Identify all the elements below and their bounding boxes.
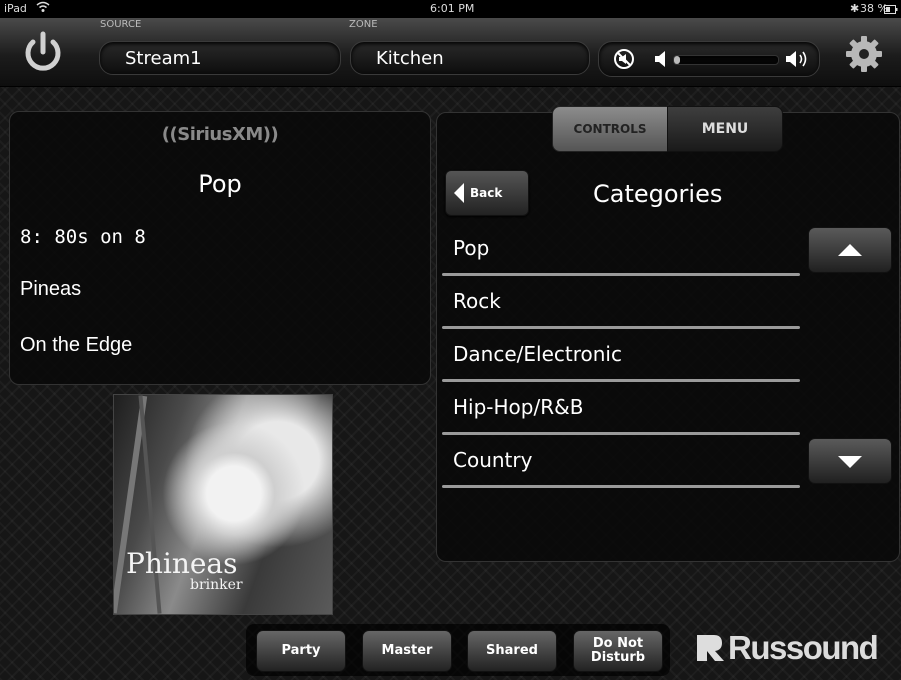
category-item-pop[interactable]: Pop	[442, 226, 800, 276]
album-art: Phineas brinker	[113, 394, 333, 615]
shared-button[interactable]: Shared	[467, 630, 557, 672]
top-bar: SOURCE Stream1 ZONE Kitchen	[0, 18, 901, 87]
album-art-title: Phineas	[126, 547, 238, 580]
russound-mark-icon	[697, 635, 724, 661]
power-button[interactable]	[18, 28, 68, 78]
battery-icon	[884, 4, 898, 17]
category-item-hip-hop-rnb[interactable]: Hip-Hop/R&B	[442, 385, 800, 435]
back-button[interactable]: Back	[445, 170, 529, 216]
master-button[interactable]: Master	[362, 630, 452, 672]
volume-slider[interactable]	[673, 55, 779, 65]
volume-control	[598, 41, 820, 77]
power-icon	[25, 31, 61, 71]
source-caption: SOURCE	[100, 19, 142, 30]
category-item-rock[interactable]: Rock	[442, 279, 800, 329]
party-button[interactable]: Party	[256, 630, 346, 672]
now-playing-track: On the Edge	[20, 334, 133, 356]
album-art-subtitle: brinker	[190, 577, 243, 593]
up-triangle-icon	[838, 244, 862, 256]
scroll-up-button[interactable]	[808, 227, 892, 273]
tab-controls[interactable]: CONTROLS	[552, 106, 668, 152]
now-playing-category: Pop	[198, 170, 242, 198]
russound-logo: Russound	[696, 628, 879, 668]
down-triangle-icon	[838, 456, 862, 468]
category-item-dance-electronic[interactable]: Dance/Electronic	[442, 332, 800, 382]
tab-menu[interactable]: MENU	[667, 106, 783, 152]
gear-icon	[846, 36, 882, 72]
categories-title: Categories	[593, 180, 723, 208]
dnd-label-line2: Disturb	[590, 650, 646, 665]
status-bar: iPad 6:01 PM ✱ 38 %	[0, 0, 901, 18]
speaker-low-icon	[653, 50, 669, 72]
clock: 6:01 PM	[430, 2, 475, 15]
dnd-label-line1: Do Not	[592, 636, 644, 651]
mute-icon	[614, 49, 634, 69]
zone-selector[interactable]: Kitchen	[350, 41, 590, 75]
back-button-label: Back	[470, 186, 503, 200]
left-triangle-icon	[454, 183, 464, 203]
source-selector[interactable]: Stream1	[99, 41, 341, 75]
brand-name: Russound	[728, 629, 879, 666]
bluetooth-icon: ✱	[850, 2, 860, 15]
now-playing-channel: 8: 80s on 8	[20, 226, 146, 248]
device-name: iPad	[4, 2, 27, 15]
settings-button[interactable]	[844, 34, 884, 78]
wifi-icon	[36, 1, 50, 16]
scroll-down-button[interactable]	[808, 438, 892, 484]
siriusxm-logo: ((SiriusXM))	[161, 124, 279, 145]
now-playing-panel: ((SiriusXM)) Pop 8: 80s on 8 Pineas On t…	[9, 111, 431, 385]
now-playing-artist: Pineas	[20, 278, 82, 300]
volume-level	[674, 56, 681, 64]
mute-button[interactable]	[613, 48, 635, 74]
category-item-country[interactable]: Country	[442, 438, 800, 488]
zone-caption: ZONE	[349, 19, 378, 30]
do-not-disturb-button[interactable]: Do Not Disturb	[573, 630, 663, 672]
speaker-high-icon	[785, 49, 811, 73]
